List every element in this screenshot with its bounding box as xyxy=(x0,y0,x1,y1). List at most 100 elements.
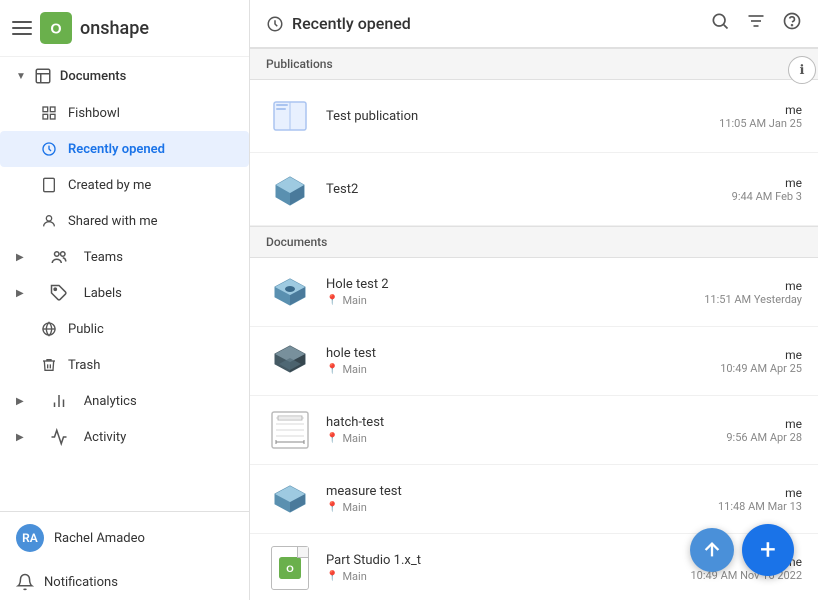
topbar-clock-icon xyxy=(266,15,284,33)
list-item[interactable]: Test2 me 9:44 AM Feb 3 xyxy=(250,153,818,226)
doc-info: hole test 📍 Main xyxy=(326,346,670,376)
sidebar-item-labels[interactable]: ▶ Labels xyxy=(0,275,249,311)
created-by-me-label: Created by me xyxy=(68,178,151,193)
doc-name: measure test xyxy=(326,484,670,499)
documents-section-label: Documents xyxy=(250,226,818,258)
sidebar-documents-label: Documents xyxy=(60,69,126,84)
analytics-label: Analytics xyxy=(84,394,137,409)
public-label: Public xyxy=(68,322,104,337)
chevron-right-icon: ▶ xyxy=(16,252,24,263)
sidebar-item-activity[interactable]: ▶ Activity xyxy=(0,419,249,455)
pub-book-icon xyxy=(268,94,312,138)
doc-name: hatch-test xyxy=(326,415,670,430)
sidebar-item-shared-with-me[interactable]: Shared with me xyxy=(0,203,249,239)
info-button[interactable]: ℹ xyxy=(788,56,816,84)
notifications-label: Notifications xyxy=(44,575,118,590)
doc-meta: me 11:05 AM Jan 25 xyxy=(682,103,802,130)
doc-branch: 📍 Main xyxy=(326,501,670,514)
grid-icon xyxy=(40,104,58,122)
activity-label: Activity xyxy=(84,430,127,445)
trash-label: Trash xyxy=(68,358,100,373)
doc-thumbnail xyxy=(266,406,314,454)
upload-button[interactable] xyxy=(690,528,734,572)
chart-icon xyxy=(50,392,68,410)
doc-info: Test publication xyxy=(326,109,670,124)
page-title: Recently opened xyxy=(292,14,411,33)
branch-name: Main xyxy=(342,294,366,307)
3d-blue-2-icon xyxy=(267,476,313,522)
shared-with-me-label: Shared with me xyxy=(68,214,158,229)
doc-branch: 📍 Main xyxy=(326,363,670,376)
3d-blue-icon xyxy=(267,269,313,315)
topbar: Recently opened xyxy=(250,0,818,48)
doc-name: Part Studio 1.x_t xyxy=(326,553,670,568)
upload-icon xyxy=(701,539,723,561)
list-item[interactable]: hole test 📍 Main me 10:49 AM Apr 25 xyxy=(250,327,818,396)
doc-meta: me 9:44 AM Feb 3 xyxy=(682,176,802,203)
doc-thumbnail xyxy=(266,268,314,316)
branch-name: Main xyxy=(342,501,366,514)
brand-name: onshape xyxy=(80,18,149,39)
sidebar-item-public[interactable]: Public xyxy=(0,311,249,347)
onshape-logo: O xyxy=(40,12,72,44)
user-profile[interactable]: RA Rachel Amadeo xyxy=(0,512,249,564)
avatar: RA xyxy=(16,524,44,552)
fab-container: + xyxy=(690,524,794,576)
help-button[interactable] xyxy=(782,11,802,36)
doc-thumbnail xyxy=(266,475,314,523)
search-button[interactable] xyxy=(710,11,730,36)
fishbowl-label: Fishbowl xyxy=(68,106,120,121)
doc-meta: me 9:56 AM Apr 28 xyxy=(682,417,802,444)
doc-meta: me 11:48 AM Mar 13 xyxy=(682,486,802,513)
list-item[interactable]: hatch-test 📍 Main me 9:56 AM Apr 28 xyxy=(250,396,818,465)
content-area: Publications Test publication me 11:05 A… xyxy=(250,48,818,600)
sidebar-item-teams[interactable]: ▶ Teams xyxy=(0,239,249,275)
sidebar-item-created-by-me[interactable]: Created by me xyxy=(0,167,249,203)
sidebar-section-documents[interactable]: ▼ Documents xyxy=(0,57,249,95)
branch-icon: 📍 xyxy=(326,364,338,375)
people-icon xyxy=(50,248,68,266)
chevron-right-icon-4: ▶ xyxy=(16,432,24,443)
person-icon xyxy=(40,212,58,230)
chevron-right-icon-2: ▶ xyxy=(16,288,24,299)
filter-button[interactable] xyxy=(746,11,766,36)
doc-name: hole test xyxy=(326,346,670,361)
sidebar-item-analytics[interactable]: ▶ Analytics xyxy=(0,383,249,419)
hamburger-menu[interactable] xyxy=(12,18,32,38)
main-content: Recently opened ℹ Publications xyxy=(250,0,818,600)
doc-meta: me 10:49 AM Apr 25 xyxy=(682,348,802,375)
svg-text:O: O xyxy=(286,564,294,575)
3d-dark-icon xyxy=(267,338,313,384)
avatar-initials: RA xyxy=(22,531,38,545)
branch-icon: 📍 xyxy=(326,295,338,306)
doc-name: Test2 xyxy=(326,182,670,197)
branch-name: Main xyxy=(342,570,366,583)
sidebar-bottom: RA Rachel Amadeo Notifications xyxy=(0,511,249,600)
new-document-button[interactable]: + xyxy=(742,524,794,576)
sidebar-item-trash[interactable]: Trash xyxy=(0,347,249,383)
branch-icon: 📍 xyxy=(326,433,338,444)
file-icon xyxy=(40,176,58,194)
labels-label: Labels xyxy=(84,286,122,301)
publications-section-label: Publications xyxy=(250,48,818,80)
info-panel: ℹ xyxy=(786,48,818,84)
sidebar-item-recently-opened[interactable]: Recently opened xyxy=(0,131,249,167)
doc-thumbnail xyxy=(266,337,314,385)
sidebar-item-notifications[interactable]: Notifications xyxy=(0,564,249,600)
sidebar-header: O onshape xyxy=(0,0,249,57)
publication-icon-2 xyxy=(266,165,314,213)
doc-thumbnail: O xyxy=(266,544,314,592)
branch-icon: 📍 xyxy=(326,571,338,582)
doc-meta: me 11:51 AM Yesterday xyxy=(682,279,802,306)
teams-label: Teams xyxy=(84,250,123,265)
doc-info: Part Studio 1.x_t 📍 Main xyxy=(326,553,670,583)
trash-icon xyxy=(40,356,58,374)
list-item[interactable]: Hole test 2 📍 Main me 11:51 AM Yesterday xyxy=(250,258,818,327)
sidebar-item-fishbowl[interactable]: Fishbowl xyxy=(0,95,249,131)
doc-info: Test2 xyxy=(326,182,670,197)
clock-icon xyxy=(40,140,58,158)
doc-branch: 📍 Main xyxy=(326,570,670,583)
onshape-file-icon: O xyxy=(271,546,309,590)
list-item[interactable]: Test publication me 11:05 AM Jan 25 xyxy=(250,80,818,153)
3d-block-icon xyxy=(266,165,314,213)
